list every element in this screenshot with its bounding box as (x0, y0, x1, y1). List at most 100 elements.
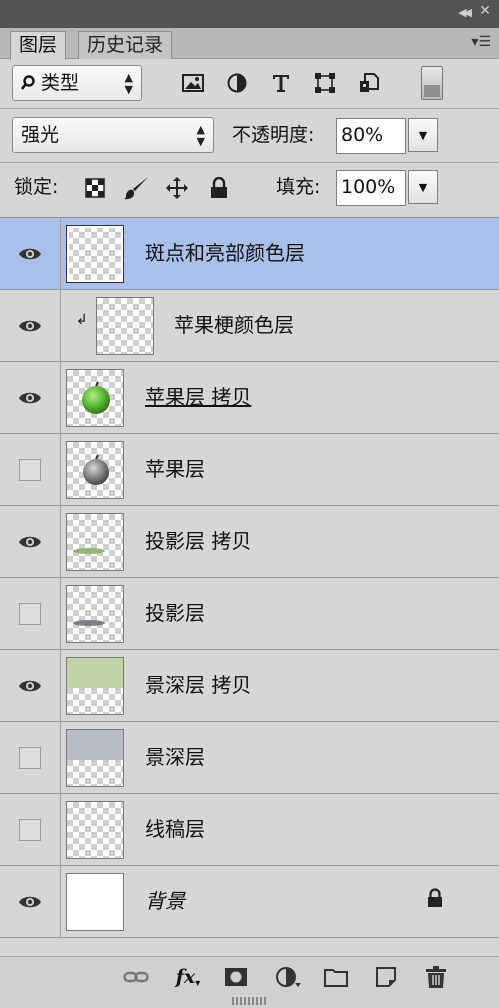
layer-row[interactable]: 景深层 拷贝 (0, 650, 499, 722)
lock-icon (427, 888, 443, 912)
layer-name[interactable]: 苹果层 (145, 454, 205, 484)
layer-name[interactable]: 景深层 拷贝 (145, 670, 251, 700)
visibility-toggle[interactable] (0, 362, 61, 433)
layer-thumbnail (66, 441, 124, 499)
resize-grip[interactable] (232, 997, 268, 1005)
shadow-shape-icon (73, 548, 105, 554)
link-layers-icon[interactable] (122, 964, 150, 990)
layer-row[interactable]: 景深层 (0, 722, 499, 794)
layer-thumbnail (66, 729, 124, 787)
layer-row[interactable]: 投影层 拷贝 (0, 506, 499, 578)
layers-list: 斑点和亮部颜色层 ↲ 苹果梗颜色层 苹果层 拷贝 苹果层 投影层 拷贝 投影层 … (0, 217, 499, 940)
filter-kind-label: 类型 (41, 72, 80, 94)
delete-layer-trash-icon[interactable] (422, 964, 450, 990)
visibility-empty-box (19, 602, 41, 625)
layer-name[interactable]: 苹果梗颜色层 (174, 310, 294, 340)
panel-title-bar: ◀◀ ✕ (0, 0, 499, 28)
visibility-toggle[interactable] (0, 506, 61, 577)
new-layer-icon[interactable] (372, 964, 400, 990)
layer-row[interactable]: 背景 (0, 866, 499, 938)
layer-row[interactable]: 投影层 (0, 578, 499, 650)
lock-image-pixels-icon[interactable] (124, 175, 150, 201)
image-filter-icon[interactable] (180, 70, 206, 96)
layer-row[interactable]: ↲ 苹果梗颜色层 (0, 290, 499, 362)
layer-style-fx-icon[interactable]: fx ▾ (174, 964, 202, 990)
fill-input[interactable]: 100% (336, 170, 406, 206)
collapse-panel-icon[interactable]: ◀◀ (458, 6, 472, 19)
layer-name[interactable]: 投影层 (145, 598, 205, 628)
layer-thumbnail (66, 225, 124, 283)
opacity-dropdown-button[interactable]: ▼ (408, 118, 438, 152)
layer-thumbnail (66, 513, 124, 571)
green-apple-icon (82, 381, 110, 414)
layer-thumbnail (66, 801, 124, 859)
depth-fill-swatch (67, 658, 123, 688)
tab-history[interactable]: 历史记录 (78, 31, 173, 59)
layer-thumbnail (66, 873, 124, 931)
visibility-toggle[interactable] (0, 218, 61, 289)
visibility-toggle[interactable] (0, 578, 61, 649)
visibility-toggle[interactable] (0, 650, 61, 721)
layer-thumbnail (66, 585, 124, 643)
smart-object-filter-icon[interactable] (356, 70, 382, 96)
new-adjustment-layer-icon[interactable] (274, 964, 302, 990)
type-filter-icon[interactable] (268, 70, 294, 96)
clipping-mask-arrow-icon: ↲ (76, 312, 88, 328)
tab-layers[interactable]: 图层 (10, 31, 67, 60)
eye-icon (19, 896, 41, 907)
add-mask-icon[interactable] (222, 964, 250, 990)
layer-thumbnail (66, 369, 124, 427)
layer-name[interactable]: 投影层 拷贝 (145, 526, 251, 556)
chevron-updown-icon: ▲ ▼ (196, 123, 205, 148)
layer-row[interactable]: 苹果层 拷贝 (0, 362, 499, 434)
shape-filter-icon[interactable] (312, 70, 338, 96)
opacity-input[interactable]: 80% (336, 118, 406, 154)
lock-position-icon[interactable] (164, 175, 190, 201)
visibility-toggle[interactable] (0, 722, 61, 793)
visibility-empty-box (19, 746, 41, 769)
chevron-down-icon: ▼ (418, 180, 428, 194)
layer-name[interactable]: 线稿层 (145, 814, 205, 844)
fill-dropdown-button[interactable]: ▼ (408, 170, 438, 204)
blend-mode-value: 强光 (21, 124, 60, 146)
blend-mode-select[interactable]: 强光 ▲ ▼ (12, 117, 214, 153)
close-icon[interactable]: ✕ (479, 3, 491, 19)
chevron-down-icon: ▼ (418, 128, 428, 142)
eye-icon (19, 392, 41, 403)
new-group-folder-icon[interactable] (322, 964, 350, 990)
layer-thumbnail (66, 657, 124, 715)
fill-label: 填充: (276, 176, 321, 198)
layer-name[interactable]: 背景 (145, 886, 185, 916)
visibility-empty-box (19, 818, 41, 841)
layers-bottom-toolbar: fx ▾ (0, 956, 499, 1008)
depth-fill-swatch (67, 730, 123, 760)
layer-row[interactable]: 线稿层 (0, 794, 499, 866)
eye-icon (19, 536, 41, 547)
eye-icon (19, 248, 41, 259)
lock-label: 锁定: (14, 176, 59, 198)
visibility-toggle[interactable] (0, 434, 61, 505)
chevron-updown-icon: ▲ ▼ (124, 71, 133, 96)
lock-all-icon[interactable] (206, 175, 232, 201)
filter-toggle-switch[interactable] (421, 66, 443, 100)
layer-name[interactable]: 斑点和亮部颜色层 (145, 238, 305, 268)
layer-name[interactable]: 景深层 (145, 742, 205, 772)
panel-tabs: 图层 历史记录 (0, 28, 499, 60)
gray-apple-icon (83, 454, 109, 485)
visibility-toggle[interactable] (0, 794, 61, 865)
opacity-label: 不透明度: (232, 124, 315, 146)
eye-icon (19, 320, 41, 331)
panel-menu-icon[interactable]: ▾☰ (471, 34, 491, 50)
layer-thumbnail (96, 297, 154, 355)
layer-row[interactable]: 斑点和亮部颜色层 (0, 218, 499, 290)
visibility-empty-box (19, 458, 41, 481)
layer-name[interactable]: 苹果层 拷贝 (145, 382, 251, 412)
layer-row[interactable]: 苹果层 (0, 434, 499, 506)
lock-transparent-pixels-icon[interactable] (82, 175, 108, 201)
search-icon (20, 72, 41, 94)
shadow-shape-icon (73, 620, 105, 626)
visibility-toggle[interactable] (0, 866, 61, 937)
visibility-toggle[interactable] (0, 290, 61, 361)
filter-kind-select[interactable]: 类型 ▲ ▼ (12, 65, 142, 101)
adjustment-filter-icon[interactable] (224, 70, 250, 96)
